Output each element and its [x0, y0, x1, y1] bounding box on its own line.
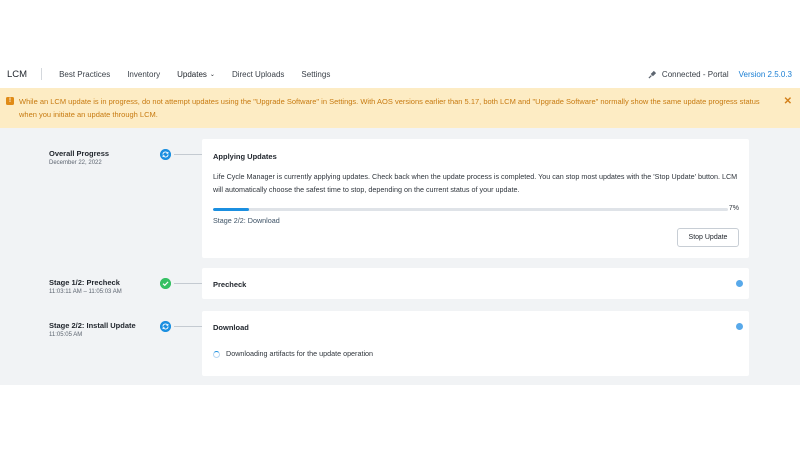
warning-icon: ! — [6, 97, 14, 105]
in-progress-icon — [160, 321, 171, 332]
top-nav: LCM Best Practices Inventory Updates ⌄ Di… — [0, 63, 800, 85]
connection-status: Connected - Portal — [661, 69, 729, 79]
app-title: LCM — [7, 68, 28, 80]
progress-panel: Overall Progress December 22, 2022 Apply… — [0, 128, 800, 385]
download-card[interactable]: Download Downloading artifacts for the u… — [202, 311, 749, 376]
nav-item-updates[interactable]: Updates ⌄ — [177, 70, 215, 79]
stop-update-button[interactable]: Stop Update — [677, 228, 739, 247]
warning-banner: ! While an LCM update is in progress, do… — [0, 88, 800, 128]
version-link[interactable]: Version 2.5.0.3 — [739, 70, 792, 79]
precheck-card[interactable]: Precheck — [202, 268, 749, 299]
nav-item-inventory[interactable]: Inventory — [127, 70, 160, 79]
warning-text: While an LCM update is in progress, do n… — [19, 97, 760, 119]
download-title: Download — [213, 323, 249, 332]
nav-menu: Best Practices Inventory Updates ⌄ Direct… — [59, 70, 347, 79]
applying-updates-card: Applying Updates Life Cycle Manager is c… — [202, 139, 749, 258]
close-icon[interactable]: ✕ — [784, 95, 792, 108]
in-progress-icon — [160, 149, 171, 160]
timeline-connector — [174, 283, 202, 284]
expand-icon[interactable] — [736, 323, 743, 330]
overall-progress-date: December 22, 2022 — [49, 160, 102, 166]
update-description: Life Cycle Manager is currently applying… — [213, 172, 738, 194]
nav-item-settings[interactable]: Settings — [301, 70, 330, 79]
card-title: Applying Updates — [213, 152, 277, 161]
overall-progress-label: Overall Progress — [49, 149, 110, 158]
download-status-text: Downloading artifacts for the update ope… — [226, 349, 374, 358]
progress-percent: 7% — [728, 205, 739, 212]
progress-bar-fill — [213, 208, 250, 211]
chevron-down-icon: ⌄ — [209, 71, 215, 78]
progress-bar — [213, 208, 728, 211]
timeline-connector — [174, 326, 202, 327]
check-circle-icon — [160, 278, 171, 289]
stage-1-label: Stage 1/2: Precheck — [49, 278, 120, 287]
loading-spinner-icon — [213, 351, 220, 358]
timeline-connector — [174, 154, 202, 155]
stage-2-time: 11:05:05 AM — [49, 332, 83, 338]
current-stage: Stage 2/2: Download — [213, 216, 280, 225]
stage-1-time: 11:03:11 AM – 11:05:03 AM — [49, 289, 122, 295]
stage-2-label: Stage 2/2: Install Update — [49, 321, 136, 330]
nav-item-direct-uploads[interactable]: Direct Uploads — [232, 70, 284, 79]
nav-item-best-practices[interactable]: Best Practices — [59, 70, 110, 79]
expand-icon[interactable] — [736, 280, 743, 287]
nav-right: Connected - Portal Version 2.5.0.3 — [648, 70, 792, 79]
plug-icon — [648, 70, 657, 79]
precheck-title: Precheck — [213, 280, 247, 289]
nav-divider — [41, 68, 43, 80]
nav-item-updates-label: Updates — [177, 69, 207, 79]
